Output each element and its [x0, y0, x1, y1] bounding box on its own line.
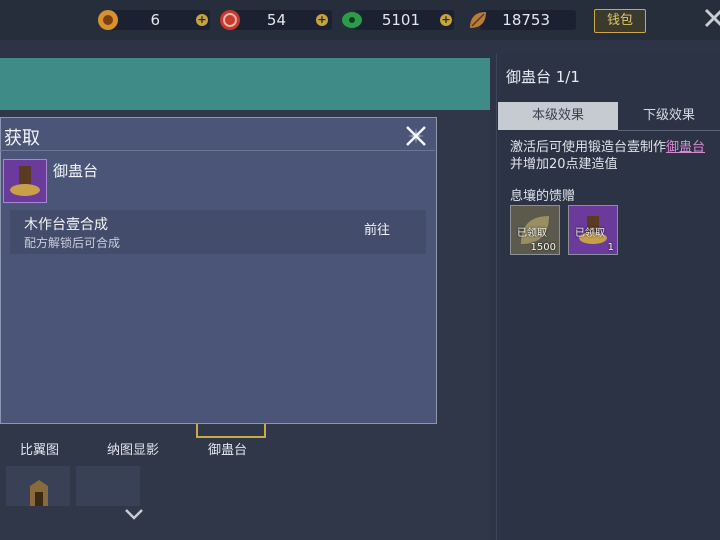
altar-icon — [10, 166, 40, 196]
gift-slot[interactable]: 已领取 1500 — [510, 205, 560, 255]
details-title: 御蛊台 1/1 — [506, 68, 580, 86]
dialog-title: 获取 — [4, 128, 40, 149]
add-resource-button[interactable]: + — [316, 14, 328, 26]
red-spiral-icon — [220, 10, 240, 30]
gift-count: 1500 — [530, 242, 556, 253]
item-name: 御蛊台 — [53, 162, 99, 180]
close-icon[interactable] — [700, 4, 720, 34]
door-icon — [30, 480, 48, 506]
bronze-leaf-icon — [470, 12, 486, 28]
source-title: 木作台壹合成 — [24, 217, 108, 233]
claimed-tag: 已领取 — [575, 228, 605, 239]
resource-value: 18753 — [502, 11, 550, 29]
add-resource-button[interactable]: + — [440, 14, 452, 26]
gourd-coin-icon — [98, 10, 118, 30]
item-label[interactable]: 比翼图 — [20, 439, 59, 458]
gift-title: 息壤的馈赠 — [510, 189, 576, 204]
effect-description: 激活后可使用锻造台壹制作御蛊台 并增加20点建造值 — [510, 140, 706, 172]
resource-value: 54 — [266, 11, 286, 29]
green-jade-icon — [342, 12, 362, 28]
collection-slot[interactable] — [76, 466, 140, 506]
tab-current-effect[interactable]: 本级效果 — [498, 102, 618, 130]
resource-spiral: 54 + — [218, 8, 334, 32]
gift-count: 1 — [607, 242, 614, 253]
item-link[interactable]: 御蛊台 — [666, 140, 705, 155]
go-button[interactable]: 前往 — [355, 220, 399, 242]
divider — [0, 150, 435, 151]
resource-value: 6 — [150, 11, 160, 29]
resource-leaf: 18753 — [466, 8, 578, 32]
item-icon — [3, 159, 47, 203]
gift-slot[interactable]: 已领取 1 — [568, 205, 618, 255]
collection-slot[interactable] — [6, 466, 70, 506]
source-subtitle: 配方解锁后可合成 — [24, 236, 121, 250]
chevron-down-icon[interactable] — [124, 508, 144, 520]
add-resource-button[interactable]: + — [196, 14, 208, 26]
map-strip — [0, 58, 490, 110]
tab-next-effect[interactable]: 下级效果 — [618, 102, 720, 131]
item-label[interactable]: 纳图显影 — [107, 439, 159, 458]
resource-jade: 5101 + — [340, 8, 458, 32]
wallet-button[interactable]: 钱包 — [594, 9, 646, 33]
resource-value: 5101 — [381, 11, 420, 29]
item-label-selected[interactable]: 御蛊台 — [208, 439, 247, 458]
claimed-tag: 已领取 — [517, 228, 547, 239]
close-icon[interactable] — [404, 124, 428, 148]
resource-gourd: 6 + — [96, 8, 212, 32]
